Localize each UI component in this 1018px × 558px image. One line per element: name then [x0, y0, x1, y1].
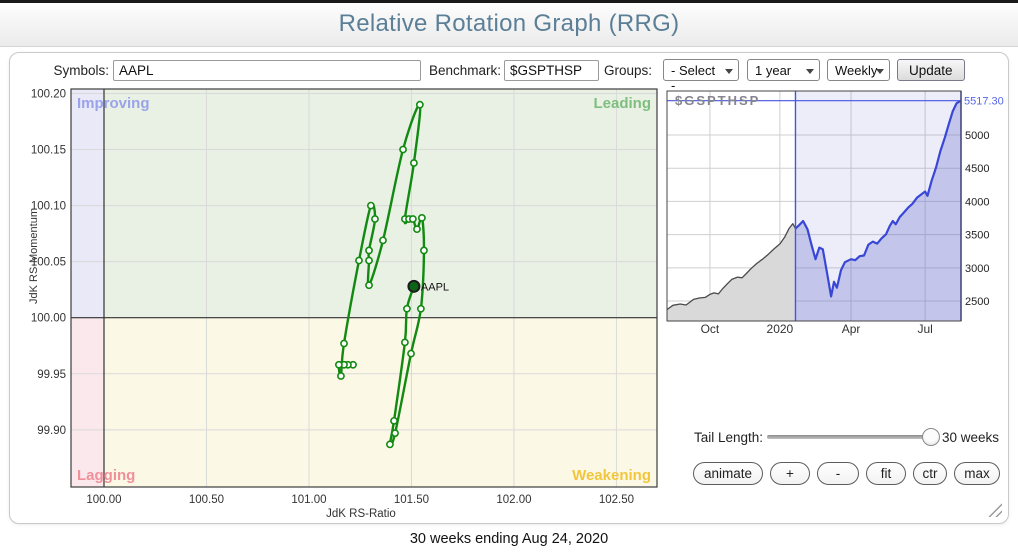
mini-x-tick-labels: Oct 2020 Apr Jul	[701, 322, 933, 336]
tail-point	[341, 340, 347, 346]
svg-text:5000: 5000	[965, 130, 989, 142]
interval-select-value: Weekly	[835, 63, 877, 78]
svg-text:100.50: 100.50	[189, 494, 224, 506]
status-text: 30 weeks ending Aug 24, 2020	[0, 531, 1018, 547]
rrg-zoom-out-button[interactable]: -	[817, 462, 859, 485]
mini-y-tick-labels: 5000 4500 4000 3500 3000 2500	[965, 130, 989, 308]
svg-text:100.00: 100.00	[86, 494, 121, 506]
mini-last-value-label: 5517.30	[964, 96, 1004, 108]
groups-label: Groups:	[604, 61, 651, 81]
svg-text:4500: 4500	[965, 163, 989, 175]
svg-text:2020: 2020	[767, 322, 794, 336]
chevron-down-icon	[725, 69, 733, 78]
rrg-zoom-in-button[interactable]: +	[770, 462, 810, 485]
x-axis-title: JdK RS-Ratio	[326, 508, 396, 520]
svg-text:99.95: 99.95	[37, 369, 66, 381]
label-weakening: Weakening	[572, 467, 651, 484]
groups-select[interactable]: - Select -	[663, 59, 739, 81]
tail-length-value: 30 weeks	[942, 430, 999, 445]
y-axis-title: JdK RS-Momentum	[29, 208, 40, 304]
range-select[interactable]: 1 year	[747, 59, 820, 81]
svg-text:101.50: 101.50	[394, 494, 429, 506]
rrg-panel: Symbols: Benchmark: Groups: - Select - 1…	[9, 52, 1009, 524]
rrg-fit-button[interactable]: fit	[866, 462, 906, 485]
svg-text:Oct: Oct	[701, 322, 720, 336]
range-select-value: 1 year	[755, 63, 791, 78]
page-title: Relative Rotation Graph (RRG)	[0, 3, 1018, 45]
svg-text:100.00: 100.00	[31, 313, 66, 325]
tail-point	[411, 160, 417, 166]
svg-text:100.15: 100.15	[31, 145, 66, 157]
tail-point	[366, 247, 372, 253]
svg-text:102.50: 102.50	[599, 494, 634, 506]
tail-point	[402, 339, 408, 345]
benchmark-input[interactable]	[504, 60, 599, 81]
tail-endpoint[interactable]	[408, 281, 419, 292]
svg-text:99.90: 99.90	[37, 425, 66, 437]
tail-point	[366, 257, 372, 263]
label-improving: Improving	[77, 95, 150, 112]
rrg-chart[interactable]: 100.00 100.50 101.00 101.50 102.00 102.50 100.…	[29, 86, 661, 522]
tail-point	[366, 282, 372, 288]
benchmark-label: Benchmark:	[424, 61, 501, 81]
tail-point	[414, 226, 420, 232]
tail-point	[400, 146, 406, 152]
label-leading: Leading	[593, 95, 651, 112]
symbols-label: Symbols:	[40, 61, 109, 81]
tail-point	[372, 216, 378, 222]
tail-point	[419, 215, 425, 221]
tail-point	[368, 202, 374, 208]
quadrant-leading	[104, 89, 657, 318]
svg-text:4000: 4000	[965, 196, 989, 208]
symbols-input[interactable]	[113, 60, 421, 81]
svg-text:102.00: 102.00	[496, 494, 531, 506]
rrg-ctr-button[interactable]: ctr	[913, 462, 947, 485]
chevron-down-icon	[876, 69, 884, 78]
tail-point	[380, 237, 386, 243]
tail-endpoint-label: AAPL	[421, 281, 449, 293]
svg-text:2500: 2500	[965, 296, 989, 308]
tail-point	[417, 102, 423, 108]
quadrant-lagging	[71, 318, 104, 487]
tail-length-label: Tail Length:	[676, 430, 763, 445]
tail-length-slider[interactable]	[767, 435, 931, 439]
quadrant-weakening	[104, 318, 657, 487]
mini-symbol-label: $GSPTHSP	[675, 93, 760, 108]
svg-text:101.00: 101.00	[291, 494, 326, 506]
tail-point	[391, 418, 397, 424]
benchmark-chart[interactable]: $GSPTHSP 5517.30 5000 4500 4000 3500 3000 2500 O…	[665, 89, 1018, 339]
tail-point	[421, 247, 427, 253]
tail-point	[336, 362, 342, 368]
tail-point	[392, 430, 398, 436]
svg-text:100.20: 100.20	[31, 88, 66, 100]
interval-select[interactable]: Weekly	[827, 59, 890, 81]
slider-thumb[interactable]	[922, 428, 940, 446]
tail-point	[387, 441, 393, 447]
svg-text:3000: 3000	[965, 263, 989, 275]
app-header: Relative Rotation Graph (RRG)	[0, 3, 1018, 47]
tail-point	[404, 306, 410, 312]
tail-point	[410, 216, 416, 222]
svg-text:Jul: Jul	[917, 322, 932, 336]
tail-point	[356, 257, 362, 263]
chart-buttons: animate +-fitctrmax	[693, 462, 1000, 485]
label-lagging: Lagging	[77, 467, 135, 484]
page: { "header": { "title": "Relative Rotatio…	[0, 0, 1018, 558]
svg-text:3500: 3500	[965, 230, 989, 242]
svg-text:Apr: Apr	[842, 322, 861, 336]
quadrant-improving	[71, 89, 104, 318]
tail-point	[408, 350, 414, 356]
resize-grip[interactable]	[988, 503, 1002, 517]
rrg-max-button[interactable]: max	[954, 462, 1000, 485]
chevron-down-icon	[806, 69, 814, 78]
update-button[interactable]: Update	[897, 59, 965, 81]
tail-point	[338, 373, 344, 379]
tail-point	[418, 306, 424, 312]
rrg-animate-button[interactable]: animate	[693, 462, 763, 485]
